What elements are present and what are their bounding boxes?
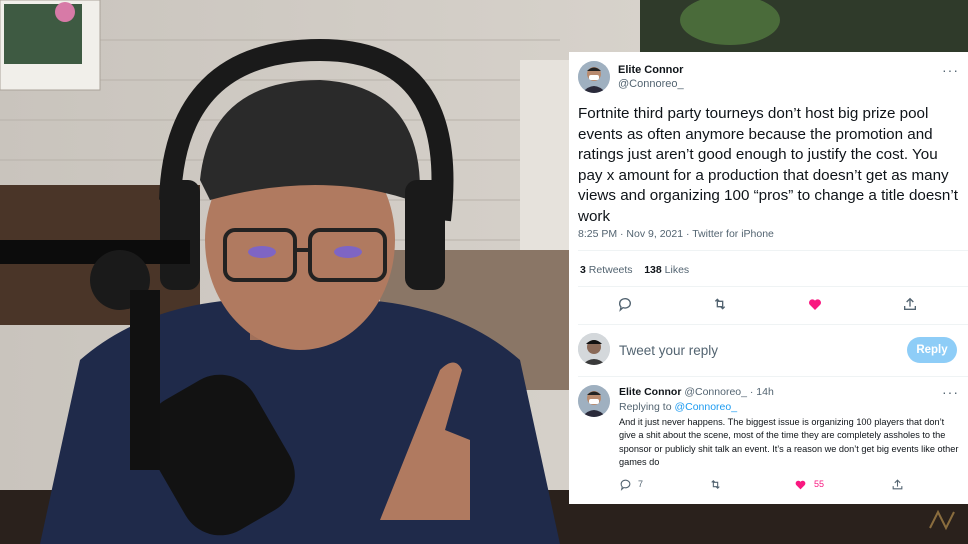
viewer-avatar[interactable] <box>578 333 610 365</box>
retweets-label: Retweets <box>588 264 633 276</box>
author-name[interactable]: Elite Connor <box>618 64 683 76</box>
tweet-timestamp[interactable]: 8:25 PM · Nov 9, 2021 · Twitter for iPho… <box>578 228 774 240</box>
reply-reply-icon[interactable] <box>615 474 635 494</box>
divider <box>578 250 968 251</box>
replying-to-link[interactable]: @Connoreo_ <box>674 401 737 413</box>
author-avatar[interactable] <box>578 61 610 93</box>
reply-share-icon[interactable] <box>887 474 907 494</box>
reply-header: Elite Connor @Connoreo_ · 14h <box>619 386 774 398</box>
likes-label: Likes <box>664 264 690 276</box>
reply-author-avatar[interactable] <box>578 385 610 417</box>
retweets-stat[interactable]: 3 Retweets <box>580 264 633 276</box>
reply-input[interactable]: Tweet your reply <box>619 343 718 358</box>
more-options-icon[interactable]: ··· <box>942 62 959 78</box>
tweet-text: Fortnite third party tourneys don’t host… <box>578 105 958 225</box>
reply-retweet-icon[interactable] <box>705 474 725 494</box>
likes-count: 138 <box>644 264 662 276</box>
reply-more-options-icon[interactable]: ··· <box>942 384 959 400</box>
share-icon[interactable] <box>900 294 920 314</box>
retweets-count: 3 <box>580 264 586 276</box>
tweet-card: Elite Connor @Connoreo_ ··· Fortnite thi… <box>569 52 968 504</box>
tweet-stats: 3 Retweets 138 Likes <box>580 264 689 276</box>
reply-author-name[interactable]: Elite Connor <box>619 386 681 398</box>
reply-button[interactable]: Reply <box>907 337 957 363</box>
retweet-icon[interactable] <box>710 294 730 314</box>
likes-stat[interactable]: 138 Likes <box>644 264 689 276</box>
reply-text: And it just never happens. The biggest i… <box>619 417 959 467</box>
divider <box>578 376 968 377</box>
like-icon[interactable] <box>805 294 825 314</box>
author-handle[interactable]: @Connoreo_ <box>618 78 684 90</box>
reply-like-count: 55 <box>814 479 825 489</box>
divider <box>578 286 968 287</box>
replying-to: Replying to @Connoreo_ <box>619 401 737 413</box>
reply-reply-count: 7 <box>638 479 644 489</box>
reply-author-handle[interactable]: @Connoreo_ <box>684 386 747 398</box>
reply-time[interactable]: · 14h <box>750 386 774 398</box>
reply-like-icon[interactable] <box>790 474 810 494</box>
divider <box>578 324 968 325</box>
reply-icon[interactable] <box>615 294 635 314</box>
replying-to-label: Replying to <box>619 401 672 413</box>
